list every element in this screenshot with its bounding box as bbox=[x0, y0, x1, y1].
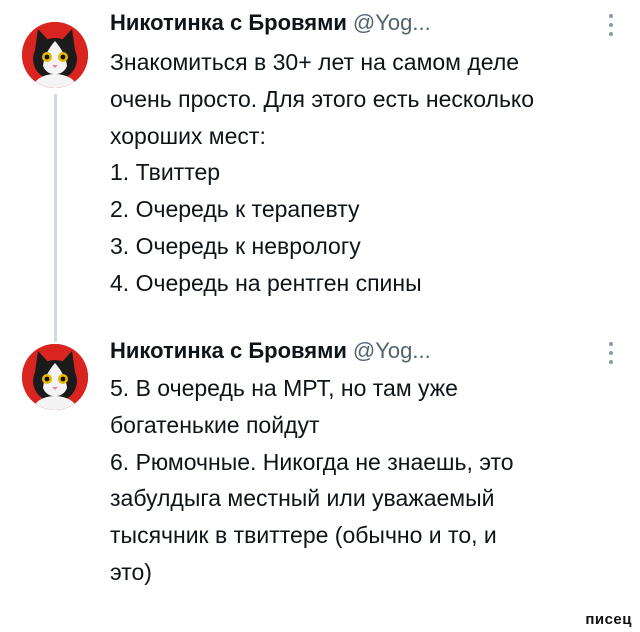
more-options-icon[interactable] bbox=[608, 342, 614, 364]
tweet-line: хороших мест: bbox=[110, 122, 266, 149]
tweet-header: Никотинка с Бровями @Yog... bbox=[110, 10, 431, 40]
tweet-line: это) bbox=[110, 558, 152, 585]
author-handle[interactable]: @Yog... bbox=[353, 10, 431, 35]
tweet-line: забулдыга местный или уважаемый bbox=[110, 485, 495, 512]
cat-avatar-icon[interactable] bbox=[22, 344, 88, 410]
more-options-icon[interactable] bbox=[608, 14, 614, 36]
cat-avatar-icon[interactable] bbox=[22, 22, 88, 88]
tweet-text: 5. В очередь на МРТ, но там уже богатень… bbox=[110, 370, 620, 591]
tweet-line: 6. Рюмочные. Никогда не знаешь, это bbox=[110, 448, 514, 475]
author-name[interactable]: Никотинка с Бровями bbox=[110, 338, 347, 363]
tweet-line: 2. Очередь к терапевту bbox=[110, 196, 360, 223]
author-handle[interactable]: @Yog... bbox=[353, 338, 431, 363]
tweet-line: Знакомиться в 30+ лет на самом деле bbox=[110, 49, 520, 75]
tweet-line: 4. Очередь на рентген спины bbox=[110, 269, 422, 296]
tweet-line: тысячник в твиттере (обычно и то, и bbox=[110, 522, 497, 549]
tweet-line: 1. Твиттер bbox=[110, 159, 221, 186]
tweet-text: Знакомиться в 30+ лет на самом деле очен… bbox=[110, 44, 620, 302]
watermark: писец bbox=[585, 611, 632, 628]
author-name[interactable]: Никотинка с Бровями bbox=[110, 10, 347, 35]
tweet-header: Никотинка с Бровями @Yog... bbox=[110, 338, 431, 368]
tweet-line: богатенькие пойдут bbox=[110, 411, 320, 438]
tweet-line: очень просто. Для этого есть несколько bbox=[110, 85, 535, 112]
tweet-line: 3. Очередь к неврологу bbox=[110, 232, 361, 259]
tweet-line: 5. В очередь на МРТ, но там уже bbox=[110, 375, 458, 401]
thread-connector-line bbox=[54, 94, 57, 342]
